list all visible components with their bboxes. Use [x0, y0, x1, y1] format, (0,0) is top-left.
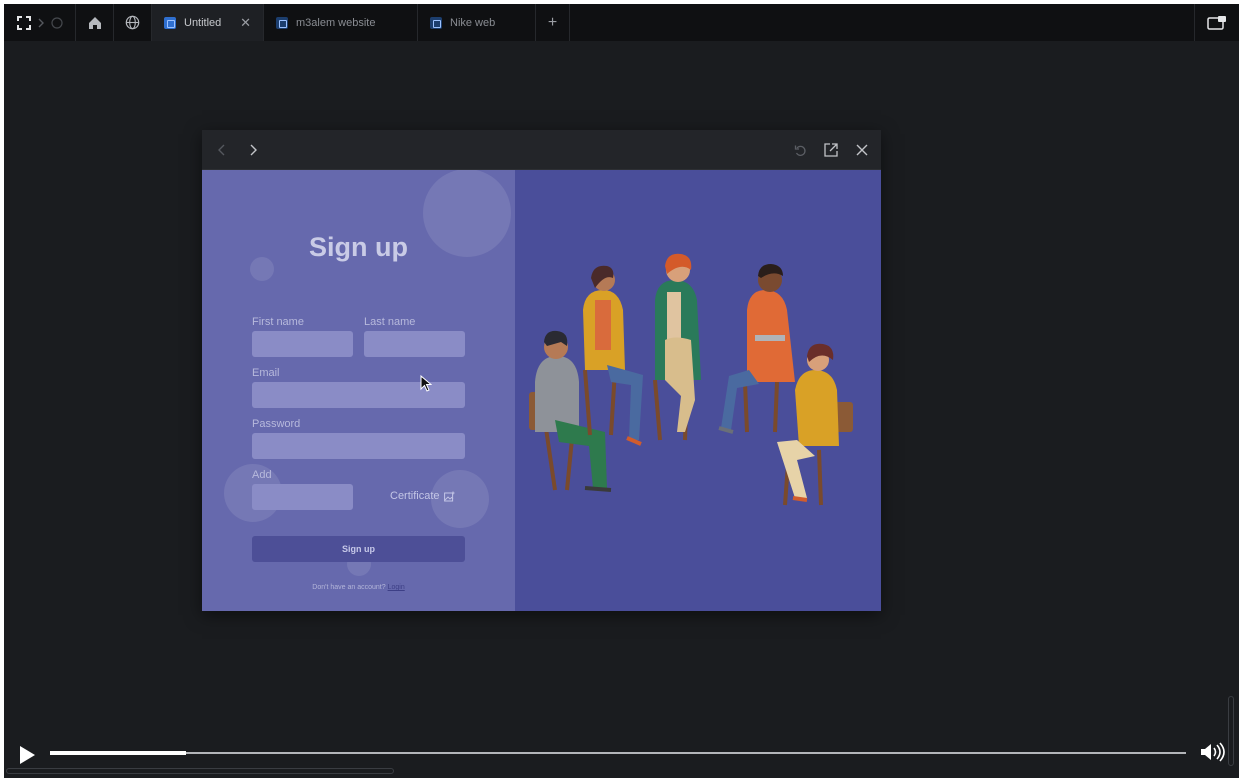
tab-label: m3alem website [296, 16, 376, 29]
signup-button[interactable]: Sign up [252, 536, 465, 562]
password-input[interactable] [252, 433, 465, 459]
page-title: Sign up [309, 232, 408, 262]
picture-in-picture-icon [1207, 15, 1226, 30]
preview-window: Sign up First name Last name Email Passw… [202, 130, 881, 611]
home-button[interactable] [76, 4, 114, 41]
player-controls [4, 696, 1239, 782]
preview-toolbar [202, 130, 881, 170]
first-name-label: First name [252, 316, 304, 328]
certificate-label: Certificate [390, 490, 440, 502]
new-tab-button[interactable]: + [536, 4, 570, 41]
signup-form-panel: Sign up First name Last name Email Passw… [202, 170, 515, 611]
password-label: Password [252, 418, 301, 430]
plus-icon: + [547, 13, 558, 31]
tab-bar: Untitled ✕ m3alem website Nike web + [4, 4, 1239, 41]
open-external-icon [824, 143, 838, 157]
tab-untitled[interactable]: Untitled ✕ [152, 4, 264, 41]
picture-in-picture-button[interactable] [1195, 4, 1239, 41]
reload-button[interactable] [790, 140, 810, 160]
illustration-panel [515, 170, 881, 611]
chevron-right-icon [250, 144, 257, 156]
horizontal-scrollbar[interactable] [6, 768, 394, 774]
page-content: Sign up First name Last name Email Passw… [202, 170, 881, 611]
chevron-left-icon [218, 144, 225, 156]
login-prompt: Don't have an account? Login [202, 584, 515, 591]
email-label: Email [252, 367, 280, 379]
circle-icon[interactable] [50, 16, 63, 29]
globe-icon [125, 15, 140, 30]
person-illustration [718, 264, 795, 434]
page-favicon-icon [430, 16, 442, 29]
reload-icon [794, 145, 806, 156]
add-label: Add [252, 469, 272, 481]
first-name-input[interactable] [252, 331, 353, 357]
globe-button[interactable] [114, 4, 152, 41]
page-favicon-icon [276, 16, 288, 29]
last-name-input[interactable] [364, 331, 465, 357]
volume-icon[interactable] [1200, 742, 1226, 762]
page-favicon-icon [164, 16, 176, 29]
open-external-button[interactable] [821, 140, 841, 160]
image-add-icon [443, 491, 455, 501]
person-illustration [653, 253, 701, 441]
window-controls [4, 4, 76, 41]
progress-fill [50, 751, 187, 755]
fullscreen-icon[interactable] [16, 15, 31, 30]
add-input[interactable] [252, 484, 353, 510]
last-name-label: Last name [364, 316, 416, 328]
close-tab-icon[interactable]: ✕ [240, 15, 251, 31]
close-button[interactable] [852, 140, 872, 160]
email-input[interactable] [252, 382, 465, 408]
person-illustration [583, 265, 643, 446]
tab-bar-spacer [570, 4, 1195, 41]
tab-nike-web[interactable]: Nike web [418, 4, 536, 41]
play-icon[interactable] [18, 745, 36, 765]
certificate-upload[interactable]: Certificate [390, 490, 455, 502]
home-icon [88, 16, 101, 29]
chevron-right-icon[interactable] [37, 18, 45, 28]
login-link[interactable]: Login [388, 584, 405, 591]
tab-label: Nike web [450, 16, 496, 29]
login-prompt-text: Don't have an account? [312, 584, 386, 591]
close-icon [856, 144, 868, 156]
back-button[interactable] [212, 140, 232, 160]
app-frame: Untitled ✕ m3alem website Nike web + Sig… [0, 0, 1241, 782]
group-discussion-illustration [529, 253, 853, 506]
progress-bar[interactable] [50, 751, 1186, 755]
tab-label: Untitled [184, 16, 222, 29]
vertical-scrollbar[interactable] [1228, 696, 1234, 766]
mouse-cursor-icon [420, 375, 432, 392]
forward-button[interactable] [243, 140, 263, 160]
tab-m3alem-website[interactable]: m3alem website [264, 4, 418, 41]
